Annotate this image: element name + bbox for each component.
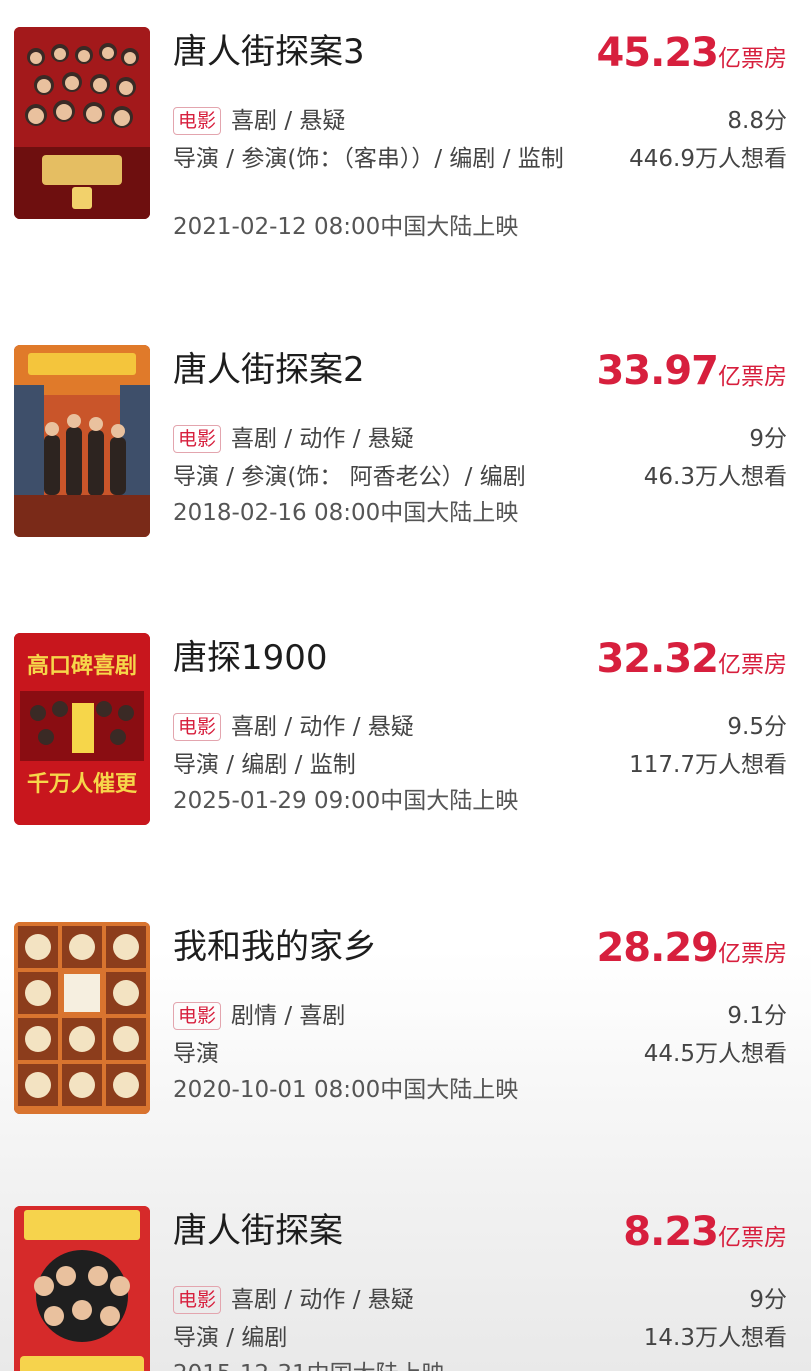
poster-text-top: 高口碑喜剧 [27, 653, 137, 679]
movie-type-badge: 电影 [173, 713, 222, 741]
movie-rating: 9.5分 [727, 714, 787, 740]
movie-item[interactable]: 唐人街探案 电影喜剧 / 动作 / 悬疑 导演 / 编剧 2015-12-31中… [0, 1206, 811, 1371]
movie-genres: 喜剧 / 动作 / 悬疑 [231, 426, 414, 452]
poster-image [14, 1206, 150, 1371]
movie-title[interactable]: 唐人街探案2 [173, 347, 365, 393]
genre-row: 电影 喜剧 / 动作 / 悬疑 [173, 1283, 414, 1317]
movie-poster[interactable] [14, 345, 150, 537]
want-to-see-count: 46.3万人想看 [643, 464, 787, 490]
movie-item[interactable]: 唐人街探案2 电影 喜剧 / 动作 / 悬疑 导演 / 参演(饰： 阿香老公）/ … [0, 345, 811, 605]
movie-item[interactable]: 唐人街探案3 电影 喜剧 / 悬疑 导演 / 参演(饰：（客串））/ 编剧 / 监… [0, 27, 811, 287]
want-to-see-count: 44.5万人想看 [643, 1041, 787, 1067]
want-to-see-count: 117.7万人想看 [629, 752, 787, 778]
movie-genres: 喜剧 / 悬疑 [231, 108, 346, 134]
poster-image: 高口碑喜剧 千万人催更 [14, 633, 150, 825]
movie-genres: 喜剧 / 动作 / 悬疑 [231, 714, 414, 740]
box-office-value: 28.29 [596, 925, 719, 971]
movie-list: 唐人街探案3 电影 喜剧 / 悬疑 导演 / 参演(饰：（客串））/ 编剧 / 监… [0, 0, 811, 1371]
movie-credits: 导演 / 编剧 [173, 1325, 288, 1351]
movie-release-date: 2018-02-16 08:00中国大陆上映 [173, 500, 519, 526]
movie-title[interactable]: 我和我的家乡 [173, 924, 377, 970]
genre-row: 电影 剧情 / 喜剧 [173, 999, 345, 1033]
box-office-unit: 亿票房 [718, 364, 787, 390]
box-office-unit: 亿票房 [718, 941, 787, 967]
box-office-value: 8.23 [623, 1209, 719, 1255]
genre-row: 电影 喜剧 / 悬疑 [173, 104, 345, 138]
movie-poster[interactable]: 高口碑喜剧 千万人催更 [14, 633, 150, 825]
want-to-see-count: 446.9万人想看 [629, 146, 787, 172]
movie-rating: 9.1分 [727, 1003, 787, 1029]
movie-item[interactable]: 我和我的家乡 电影 剧情 / 喜剧 导演 2020-10-01 08:00中国大陆… [0, 922, 811, 1182]
movie-release-date: 2025-01-29 09:00中国大陆上映 [173, 788, 519, 814]
movie-rating: 9分 [749, 426, 787, 452]
poster-text-bottom: 千万人催更 [27, 771, 138, 797]
movie-poster[interactable] [14, 27, 150, 219]
box-office-value: 33.97 [596, 348, 719, 394]
movie-rating: 9分 [749, 1287, 787, 1313]
movie-type-badge: 电影 [173, 425, 222, 453]
genre-row: 电影 喜剧 / 动作 / 悬疑 [173, 710, 414, 744]
want-to-see-count: 14.3万人想看 [643, 1325, 787, 1351]
movie-genres: 剧情 / 喜剧 [231, 1003, 346, 1029]
box-office: 33.97亿票房 [596, 345, 787, 405]
box-office: 28.29亿票房 [596, 922, 787, 982]
movie-credits: 导演 / 参演(饰：（客串））/ 编剧 / 监制 [173, 146, 564, 172]
movie-poster[interactable] [14, 922, 150, 1114]
box-office-value: 45.23 [596, 30, 719, 76]
movie-credits: 导演 / 参演(饰： 阿香老公）/ 编剧 [173, 464, 526, 490]
movie-type-badge: 电影 [173, 107, 222, 135]
movie-release-date: 2015-12-31中国大陆上映 [173, 1358, 445, 1371]
box-office-unit: 亿票房 [718, 1225, 787, 1251]
box-office-value: 32.32 [596, 636, 719, 682]
box-office: 32.32亿票房 [596, 633, 787, 693]
movie-credits: 导演 [173, 1041, 219, 1067]
movie-item[interactable]: 高口碑喜剧 千万人催更 唐探1900 电影 喜剧 / 动作 / 悬疑 导演 / 编… [0, 633, 811, 893]
box-office-unit: 亿票房 [718, 46, 787, 72]
poster-image [14, 345, 150, 537]
movie-credits: 导演 / 编剧 / 监制 [173, 752, 356, 778]
movie-release-date: 2021-02-12 08:00中国大陆上映 [173, 214, 519, 240]
movie-title[interactable]: 唐人街探案3 [173, 29, 365, 75]
box-office: 8.23亿票房 [623, 1206, 787, 1266]
box-office: 45.23亿票房 [596, 27, 787, 87]
movie-title[interactable]: 唐探1900 [173, 635, 328, 681]
movie-type-badge: 电影 [173, 1286, 222, 1314]
poster-image [14, 27, 150, 219]
movie-release-date: 2020-10-01 08:00中国大陆上映 [173, 1077, 519, 1103]
movie-type-badge: 电影 [173, 1002, 222, 1030]
genre-row: 电影 喜剧 / 动作 / 悬疑 [173, 422, 414, 456]
movie-title[interactable]: 唐人街探案 [173, 1208, 343, 1254]
poster-image [14, 922, 150, 1114]
movie-genres: 喜剧 / 动作 / 悬疑 [231, 1287, 414, 1313]
box-office-unit: 亿票房 [718, 652, 787, 678]
movie-poster[interactable] [14, 1206, 150, 1371]
movie-rating: 8.8分 [727, 108, 787, 134]
